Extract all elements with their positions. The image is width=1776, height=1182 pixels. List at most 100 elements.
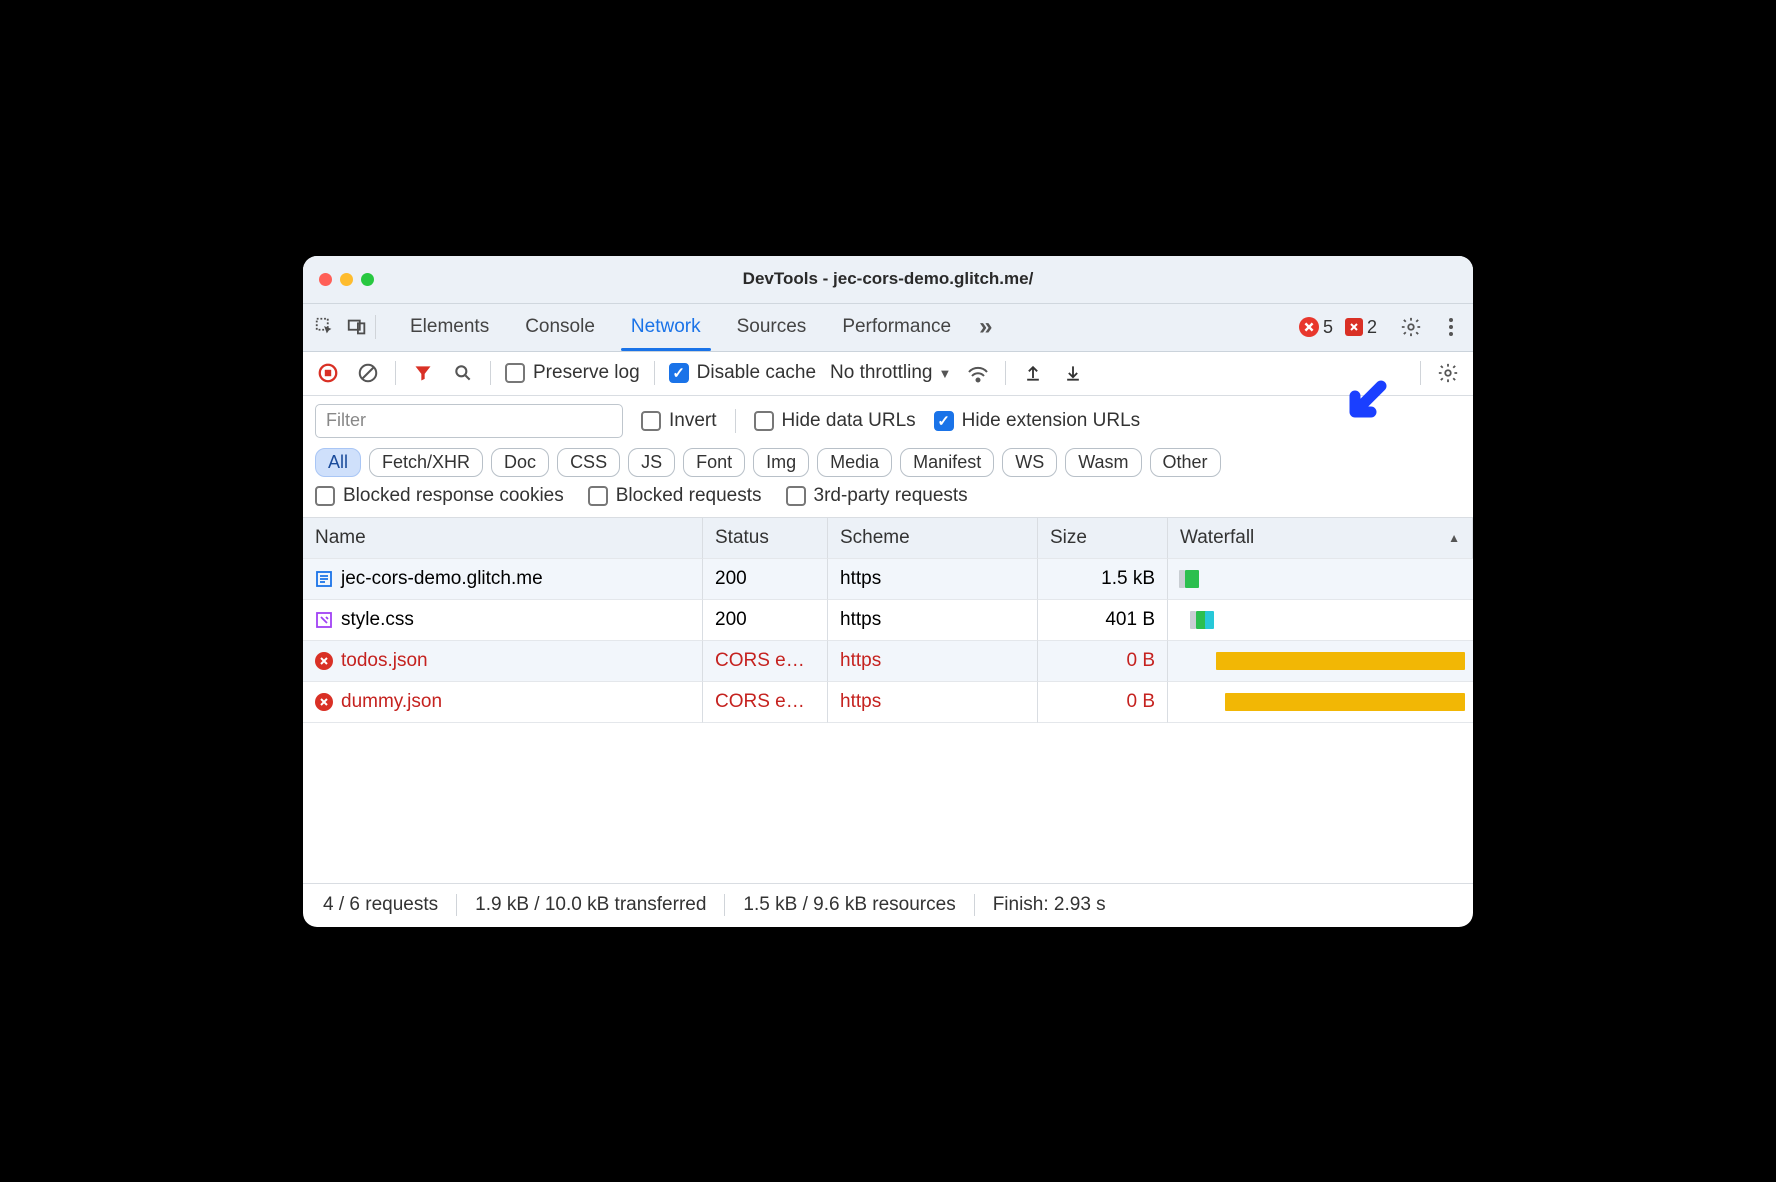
- type-chip-all[interactable]: All: [315, 448, 361, 477]
- filter-bar: Invert Hide data URLs Hide extension URL…: [303, 396, 1473, 444]
- cell-scheme: https: [828, 600, 1038, 641]
- throttling-select[interactable]: No throttling ▼: [830, 362, 951, 384]
- type-chip-img[interactable]: Img: [753, 448, 809, 477]
- checkbox-icon: [505, 363, 525, 383]
- tab-performance[interactable]: Performance: [824, 304, 969, 351]
- network-conditions-icon[interactable]: [965, 360, 991, 386]
- tab-elements[interactable]: Elements: [392, 304, 507, 351]
- column-header-size[interactable]: Size: [1038, 518, 1168, 559]
- error-count-badge[interactable]: 5: [1299, 317, 1333, 338]
- checkbox-icon: [669, 363, 689, 383]
- checkbox-label: Blocked response cookies: [343, 485, 564, 507]
- file-name: jec-cors-demo.glitch.me: [341, 568, 543, 590]
- cell-waterfall: [1168, 641, 1473, 682]
- device-toggle-icon[interactable]: [343, 313, 371, 341]
- issue-icon: [1345, 318, 1363, 336]
- checkbox-icon: [588, 486, 608, 506]
- status-bar: 4 / 6 requests 1.9 kB / 10.0 kB transfer…: [303, 883, 1473, 927]
- cell-waterfall: [1168, 559, 1473, 600]
- traffic-lights: [303, 273, 374, 286]
- third-party-checkbox[interactable]: 3rd-party requests: [786, 485, 968, 507]
- cell-name: todos.json: [303, 641, 703, 682]
- maximize-window-button[interactable]: [361, 273, 374, 286]
- close-window-button[interactable]: [319, 273, 332, 286]
- cell-name: jec-cors-demo.glitch.me: [303, 559, 703, 600]
- checkbox-label: Blocked requests: [616, 485, 762, 507]
- tab-label: Console: [525, 316, 595, 338]
- status-requests: 4 / 6 requests: [323, 894, 457, 916]
- divider: [1005, 361, 1006, 385]
- main-tabbar: Elements Console Network Sources Perform…: [303, 304, 1473, 352]
- filter-input[interactable]: [315, 404, 623, 438]
- checkbox-label: Disable cache: [697, 362, 816, 384]
- search-icon[interactable]: [450, 360, 476, 386]
- window-title: DevTools - jec-cors-demo.glitch.me/: [303, 269, 1473, 289]
- type-chip-css[interactable]: CSS: [557, 448, 620, 477]
- network-toolbar: Preserve log Disable cache No throttling…: [303, 352, 1473, 396]
- hide-extension-urls-checkbox[interactable]: Hide extension URLs: [934, 410, 1140, 432]
- settings-icon[interactable]: [1397, 313, 1425, 341]
- type-chip-font[interactable]: Font: [683, 448, 745, 477]
- status-finish: Finish: 2.93 s: [975, 894, 1124, 916]
- type-chip-other[interactable]: Other: [1150, 448, 1221, 477]
- file-type-icon: [315, 693, 333, 711]
- checkbox-label: Preserve log: [533, 362, 640, 384]
- divider: [654, 361, 655, 385]
- disable-cache-checkbox[interactable]: Disable cache: [669, 362, 816, 384]
- more-menu-icon[interactable]: [1437, 313, 1465, 341]
- issue-count-badge[interactable]: 2: [1345, 317, 1377, 338]
- filter-toggle-icon[interactable]: [410, 360, 436, 386]
- checkbox-icon: [786, 486, 806, 506]
- cell-name: style.css: [303, 600, 703, 641]
- column-header-status[interactable]: Status: [703, 518, 828, 559]
- checkbox-icon: [641, 411, 661, 431]
- preserve-log-checkbox[interactable]: Preserve log: [505, 362, 640, 384]
- file-type-icon: [315, 652, 333, 670]
- file-type-icon: [315, 611, 333, 629]
- type-chip-manifest[interactable]: Manifest: [900, 448, 994, 477]
- tab-network[interactable]: Network: [613, 304, 719, 351]
- type-chip-fetch[interactable]: Fetch/XHR: [369, 448, 483, 477]
- extra-filter-bar: Blocked response cookies Blocked request…: [303, 485, 1473, 518]
- tab-sources[interactable]: Sources: [719, 304, 825, 351]
- type-chip-ws[interactable]: WS: [1002, 448, 1057, 477]
- clear-button[interactable]: [355, 360, 381, 386]
- checkbox-icon: [754, 411, 774, 431]
- file-name: todos.json: [341, 650, 428, 672]
- status-resources: 1.5 kB / 9.6 kB resources: [725, 894, 974, 916]
- invert-checkbox[interactable]: Invert: [641, 410, 717, 432]
- type-chip-js[interactable]: JS: [628, 448, 675, 477]
- record-button[interactable]: [315, 360, 341, 386]
- error-count: 5: [1323, 317, 1333, 338]
- cell-waterfall: [1168, 682, 1473, 723]
- blocked-requests-checkbox[interactable]: Blocked requests: [588, 485, 762, 507]
- column-header-scheme[interactable]: Scheme: [828, 518, 1038, 559]
- file-name: dummy.json: [341, 691, 442, 713]
- tab-console[interactable]: Console: [507, 304, 613, 351]
- file-name: style.css: [341, 609, 414, 631]
- chevron-down-icon: ▼: [938, 366, 951, 381]
- checkbox-icon: [934, 411, 954, 431]
- cell-scheme: https: [828, 559, 1038, 600]
- checkbox-label: 3rd-party requests: [814, 485, 968, 507]
- hide-data-urls-checkbox[interactable]: Hide data URLs: [754, 410, 916, 432]
- column-header-waterfall[interactable]: Waterfall: [1168, 518, 1473, 559]
- checkbox-label: Hide extension URLs: [962, 410, 1140, 432]
- tabs: Elements Console Network Sources Perform…: [392, 304, 969, 351]
- type-chip-doc[interactable]: Doc: [491, 448, 549, 477]
- more-tabs-button[interactable]: »: [973, 313, 998, 341]
- panel-settings-icon[interactable]: [1435, 360, 1461, 386]
- cell-size: 0 B: [1038, 641, 1168, 682]
- cell-status: CORS e…: [703, 682, 828, 723]
- blocked-cookies-checkbox[interactable]: Blocked response cookies: [315, 485, 564, 507]
- cell-scheme: https: [828, 641, 1038, 682]
- minimize-window-button[interactable]: [340, 273, 353, 286]
- requests-table: Name Status Scheme Size Waterfall jec-co…: [303, 518, 1473, 883]
- download-har-icon[interactable]: [1060, 360, 1086, 386]
- type-chip-media[interactable]: Media: [817, 448, 892, 477]
- column-header-name[interactable]: Name: [303, 518, 703, 559]
- checkbox-label: Invert: [669, 410, 717, 432]
- upload-har-icon[interactable]: [1020, 360, 1046, 386]
- inspect-element-icon[interactable]: [311, 313, 339, 341]
- type-chip-wasm[interactable]: Wasm: [1065, 448, 1141, 477]
